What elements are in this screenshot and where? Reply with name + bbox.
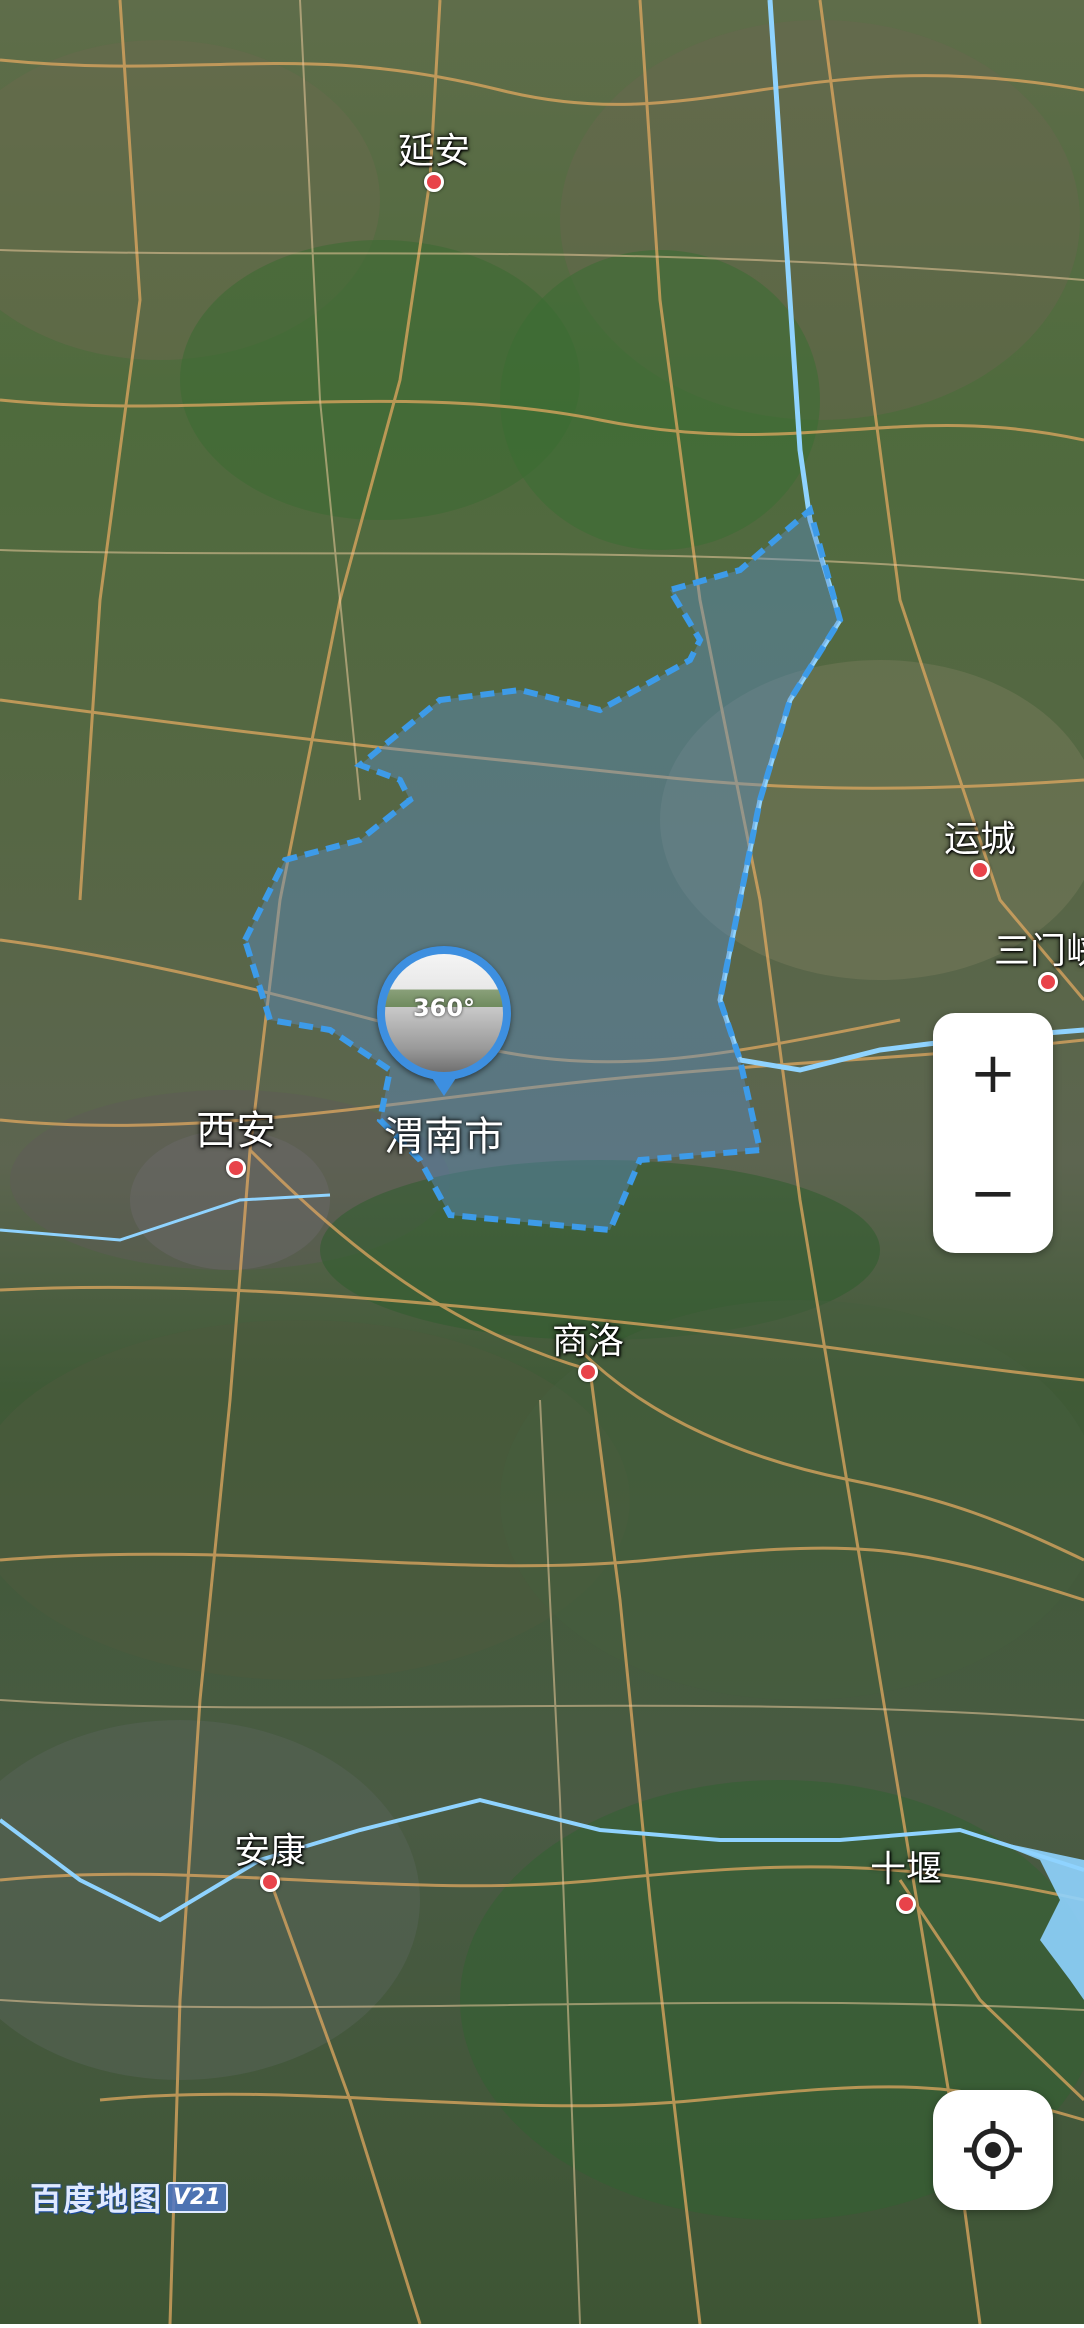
logo-text: 百度地图 [30, 2180, 163, 2218]
zoom-out-button[interactable]: − [933, 1133, 1053, 1253]
panorama-pin[interactable]: 360° [377, 946, 511, 1080]
city-marker-shiyan[interactable] [896, 1894, 916, 1914]
city-label-sanmenxia[interactable]: 三门峡 [994, 922, 1084, 974]
crosshair-locate-icon [964, 2121, 1022, 2179]
pin-label-weinan[interactable]: 渭南市 [384, 1104, 504, 1162]
satellite-map[interactable]: 延安 运城 三门峡 西安 商洛 安康 十堰 360° 渭南市 + − 百度地图 [0, 0, 1084, 2325]
logo-version: V21 [166, 2181, 228, 2213]
city-label-shangluo[interactable]: 商洛 [552, 1312, 624, 1364]
locate-button[interactable] [933, 2090, 1053, 2210]
city-label-shiyan[interactable]: 十堰 [870, 1840, 942, 1892]
zoom-control: + − [933, 1013, 1053, 1253]
pin-pointer [428, 1072, 460, 1096]
city-label-yuncheng[interactable]: 运城 [944, 810, 1016, 862]
city-marker-xian[interactable] [226, 1158, 246, 1178]
city-marker-sanmenxia[interactable] [1038, 972, 1058, 992]
city-label-ankang[interactable]: 安康 [234, 1822, 306, 1874]
baidu-map-logo: 百度地图 V21 [30, 2174, 228, 2220]
panorama-photo-icon: 360° [385, 954, 503, 1072]
panorama-photo-text: 360° [412, 994, 476, 1022]
city-marker-yuncheng[interactable] [970, 860, 990, 880]
city-label-yanan[interactable]: 延安 [398, 122, 470, 174]
city-marker-shangluo[interactable] [578, 1362, 598, 1382]
city-marker-ankang[interactable] [260, 1872, 280, 1892]
zoom-in-button[interactable]: + [933, 1013, 1053, 1133]
city-marker-yanan[interactable] [424, 172, 444, 192]
map-canvas[interactable] [0, 0, 1084, 2325]
city-label-xian[interactable]: 西安 [196, 1098, 276, 1156]
